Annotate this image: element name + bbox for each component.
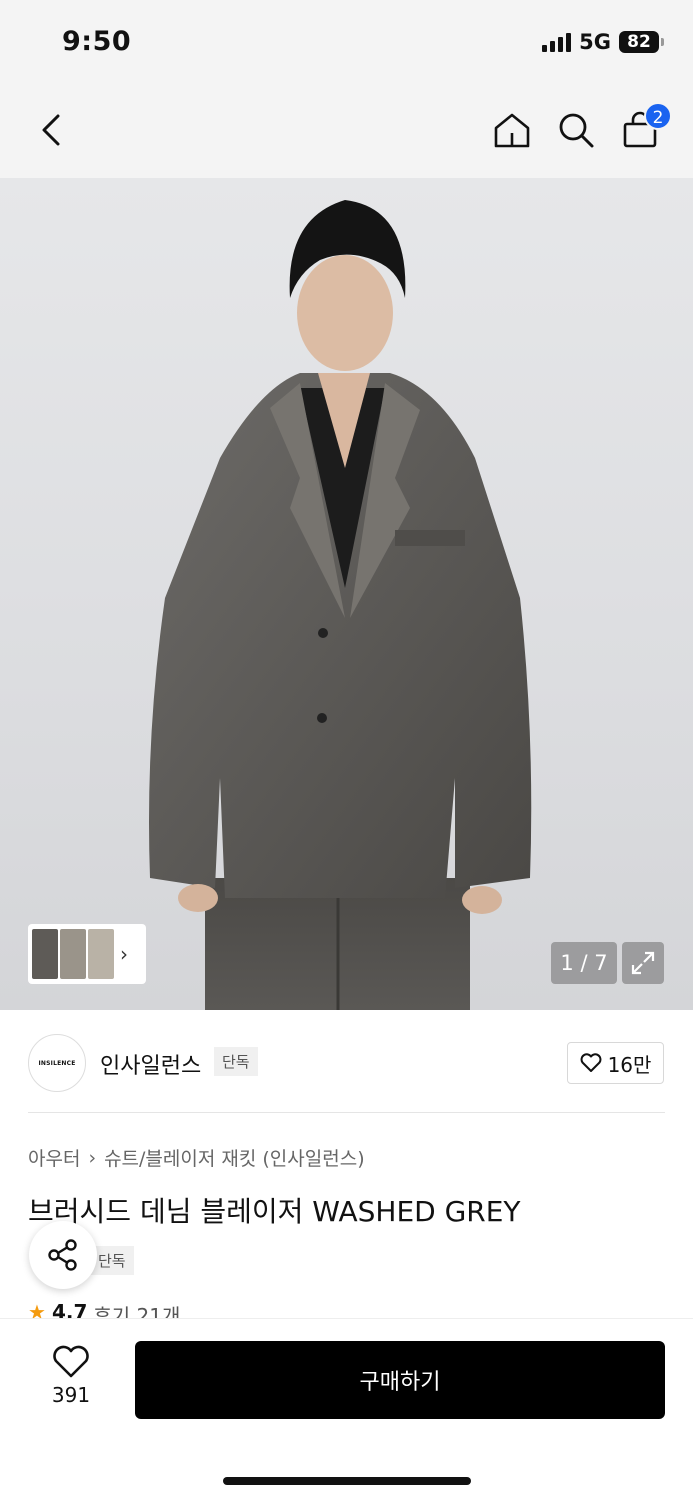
share-icon (48, 1239, 77, 1271)
product-photo (149, 200, 532, 1010)
status-indicators: 5G 82 (542, 30, 664, 54)
search-button[interactable] (554, 108, 598, 152)
cart-button[interactable]: 2 (618, 102, 672, 152)
breadcrumb: 아우터 › 슈트/블레이저 재킷 (인사일런스) (28, 1144, 365, 1171)
thumbnail-strip[interactable]: › (28, 924, 146, 984)
product-title: 브러시드 데님 블레이저 WASHED GREY (28, 1195, 521, 1228)
home-icon (494, 113, 530, 148)
breadcrumb-item-outer[interactable]: 아우터 (28, 1144, 80, 1171)
chevron-right-icon: › (120, 942, 128, 966)
chevron-left-icon (42, 114, 60, 146)
share-button[interactable] (29, 1221, 97, 1289)
home-indicator (223, 1477, 471, 1485)
star-icon: ★ (28, 1300, 46, 1318)
divider (28, 1112, 665, 1113)
heart-icon (580, 1053, 601, 1072)
brand-logo[interactable]: INSILENCE (28, 1034, 86, 1092)
rating-score: 4.7 (51, 1300, 88, 1318)
brand-like-button[interactable]: 16만 (567, 1042, 664, 1084)
heart-icon (53, 1345, 89, 1378)
battery-level: 82 (627, 32, 651, 52)
thumbnail-2[interactable] (60, 929, 86, 979)
exclusive-tag: 단독 (214, 1047, 258, 1076)
brand-row: INSILENCE 인사일런스 단독 16만 (0, 1010, 693, 1114)
buy-button[interactable]: 구매하기 (135, 1341, 665, 1419)
search-icon (559, 113, 594, 148)
thumbnail-1[interactable] (32, 929, 58, 979)
battery-icon: 82 (619, 31, 664, 53)
rating-row[interactable]: ★ 4.7 후기 21개 (28, 1300, 180, 1318)
bottom-bar: 391 구매하기 (0, 1318, 693, 1500)
expand-icon (631, 951, 655, 975)
breadcrumb-separator: › (88, 1146, 97, 1169)
image-counter: 1 / 7 (551, 942, 617, 984)
network-label: 5G (579, 30, 611, 54)
status-time: 9:50 (62, 26, 132, 57)
brand-name[interactable]: 인사일런스 (100, 1048, 201, 1080)
back-button[interactable] (28, 108, 72, 152)
wishlist-button[interactable]: 391 (36, 1345, 106, 1407)
product-image[interactable]: › 1 / 7 (0, 178, 693, 1010)
home-button[interactable] (490, 108, 534, 152)
status-bar: 9:50 5G 82 (0, 0, 693, 88)
breadcrumb-item-category[interactable]: 슈트/블레이저 재킷 (인사일런스) (104, 1144, 365, 1171)
review-count: 후기 21개 (93, 1304, 181, 1318)
signal-icon (542, 32, 572, 52)
thumbnail-3[interactable] (88, 929, 114, 979)
expand-button[interactable] (622, 942, 664, 984)
brand-logo-text: INSILENCE (38, 1059, 76, 1067)
nav-bar: 2 (0, 88, 693, 178)
wishlist-count: 391 (51, 1383, 91, 1407)
brand-like-count: 16만 (607, 1052, 652, 1077)
cart-count-badge: 2 (644, 102, 672, 130)
